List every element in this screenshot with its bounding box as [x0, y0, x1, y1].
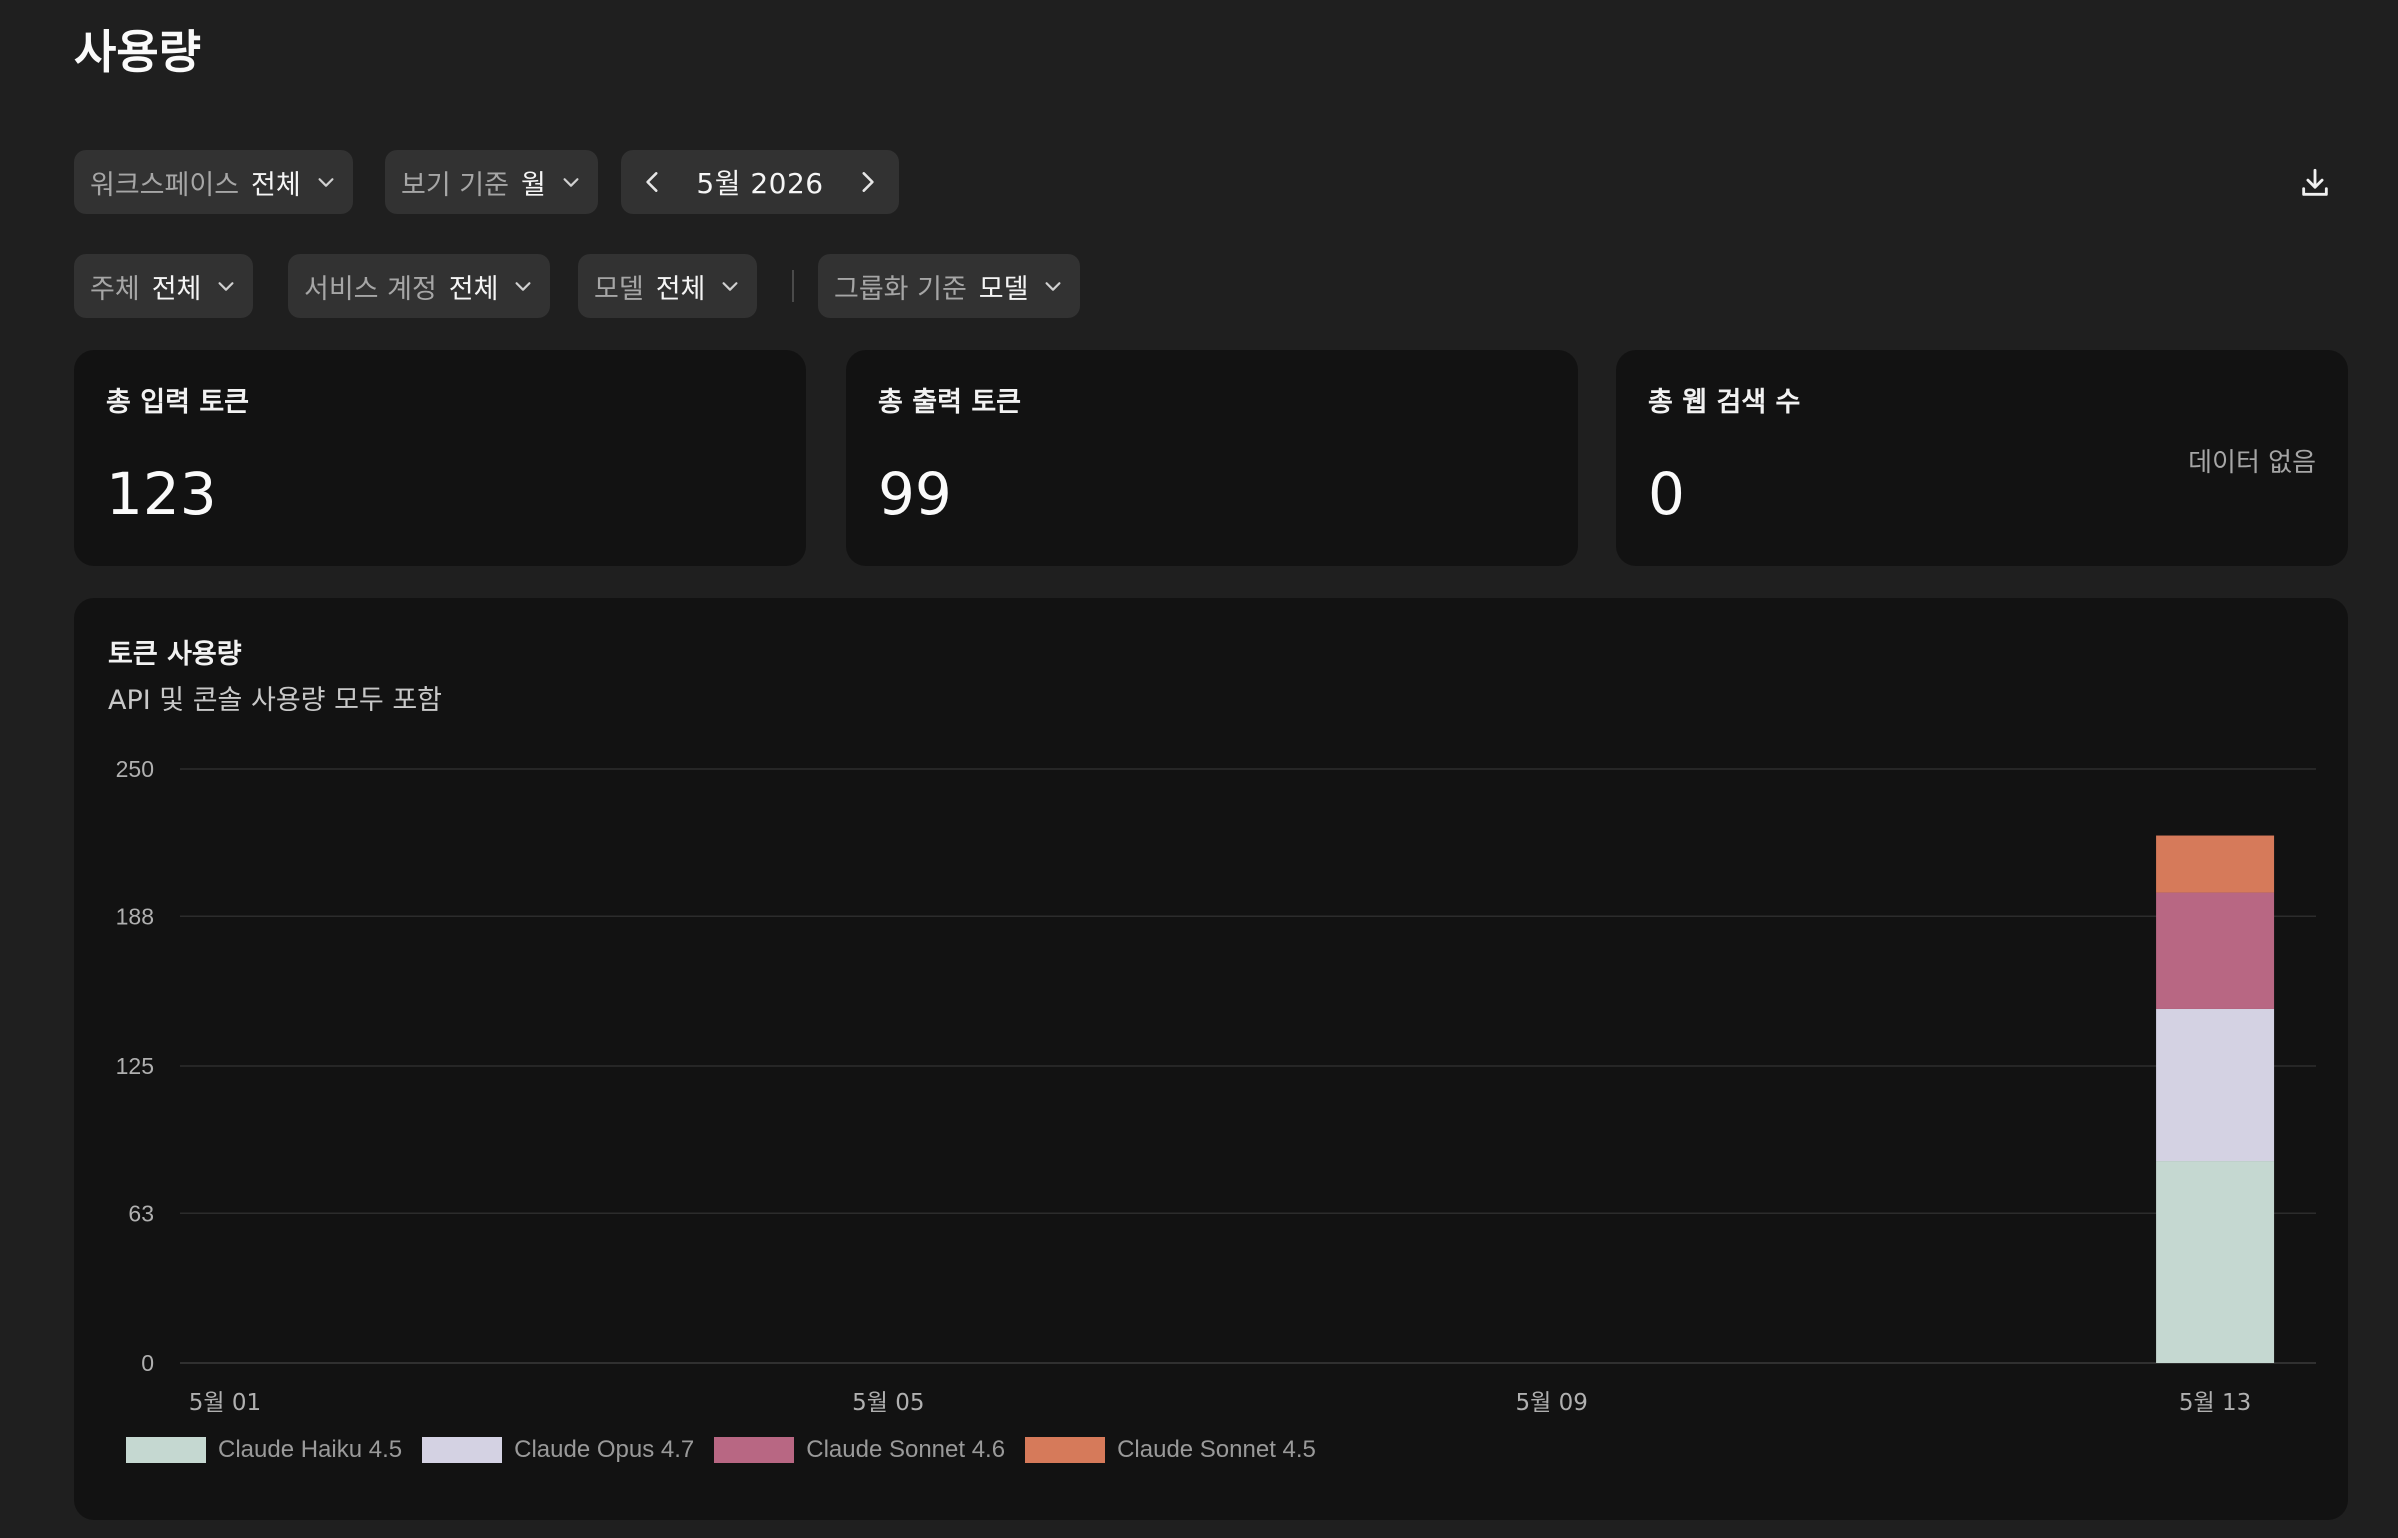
- chevron-down-icon: [318, 178, 334, 187]
- legend-item[interactable]: Claude Haiku 4.5: [126, 1436, 402, 1464]
- view-by-filter[interactable]: 보기 기준 월: [385, 150, 598, 214]
- view-by-filter-value: 월: [520, 169, 546, 201]
- legend-item[interactable]: Claude Sonnet 4.6: [714, 1436, 1005, 1464]
- group-by-filter-label: 그룹화 기준: [834, 273, 967, 305]
- service-account-filter[interactable]: 서비스 계정 전체: [288, 254, 551, 318]
- subject-filter-label: 주체: [90, 273, 140, 305]
- period-navigator: 5월 2026: [621, 150, 899, 214]
- subject-filter[interactable]: 주체 전체: [74, 254, 254, 318]
- legend-swatch: [714, 1437, 795, 1463]
- legend-swatch: [1025, 1437, 1106, 1463]
- x-tick-label: 5월 13: [2179, 1390, 2251, 1416]
- card-title: 총 출력 토큰: [878, 387, 1021, 418]
- previous-period-button[interactable]: [621, 150, 685, 214]
- legend-swatch: [126, 1437, 206, 1463]
- chevron-down-icon: [1045, 282, 1062, 291]
- legend-item[interactable]: Claude Sonnet 4.5: [1025, 1436, 1316, 1464]
- view-by-filter-label: 보기 기준: [401, 169, 509, 201]
- service-account-filter-value: 전체: [448, 273, 499, 305]
- input-tokens-card: 총 입력 토큰 123: [74, 350, 806, 566]
- card-title: 총 웹 검색 수: [1648, 387, 1801, 418]
- subject-filter-value: 전체: [151, 273, 202, 305]
- page-title: 사용량: [74, 25, 201, 79]
- chevron-right-icon: [862, 172, 874, 192]
- x-tick-label: 5월 05: [852, 1390, 924, 1416]
- y-tick-label: 250: [116, 756, 154, 782]
- legend-item[interactable]: Claude Opus 4.7: [422, 1436, 694, 1464]
- y-tick-label: 0: [141, 1350, 154, 1376]
- period-value: 5월 2026: [696, 167, 824, 200]
- output-tokens-card: 총 출력 토큰 99: [846, 350, 1578, 566]
- card-title: 총 입력 토큰: [106, 387, 249, 418]
- no-data-note: 데이터 없음: [2188, 448, 2316, 478]
- download-icon: [2302, 168, 2328, 196]
- workspace-filter[interactable]: 워크스페이스 전체: [74, 150, 353, 214]
- chevron-down-icon: [563, 178, 579, 187]
- chevron-down-icon: [722, 282, 738, 291]
- legend-label: Claude Sonnet 4.6: [806, 1436, 1006, 1463]
- chevron-left-icon: [646, 172, 658, 192]
- card-value: 123: [106, 460, 217, 528]
- y-tick-label: 125: [116, 1053, 154, 1079]
- legend-swatch: [422, 1437, 503, 1463]
- model-filter[interactable]: 모델 전체: [578, 254, 758, 318]
- chevron-down-icon: [218, 282, 234, 291]
- token-usage-chart-card: 토큰 사용량 API 및 콘솔 사용량 모두 포함 0 63 125 188 250 5월…: [74, 598, 2348, 1520]
- bar-segment[interactable]: [2156, 1161, 2275, 1363]
- bar-segment[interactable]: [2156, 1008, 2275, 1162]
- x-tick-label: 5월 09: [1516, 1390, 1588, 1416]
- filter-divider: [792, 270, 794, 302]
- card-value: 99: [878, 460, 952, 528]
- workspace-filter-value: 전체: [251, 169, 301, 201]
- model-filter-label: 모델: [594, 273, 644, 305]
- service-account-filter-label: 서비스 계정: [304, 273, 437, 305]
- workspace-filter-label: 워크스페이스: [90, 169, 240, 201]
- legend-label: Claude Haiku 4.5: [218, 1436, 403, 1463]
- legend-label: Claude Opus 4.7: [514, 1436, 695, 1463]
- bar-segment[interactable]: [2156, 835, 2275, 893]
- group-by-filter[interactable]: 그룹화 기준 모델: [818, 254, 1081, 318]
- y-tick-label: 188: [116, 903, 154, 929]
- y-tick-label: 63: [128, 1200, 154, 1226]
- model-filter-value: 전체: [655, 273, 706, 305]
- bar-segment[interactable]: [2156, 892, 2275, 1009]
- group-by-filter-value: 모델: [978, 273, 1029, 305]
- next-period-button[interactable]: [835, 150, 899, 214]
- web-search-card: 총 웹 검색 수 0 데이터 없음: [1616, 350, 2348, 566]
- chevron-down-icon: [515, 282, 532, 291]
- token-usage-chart: 0 63 125 188 250 5월 01 5월 05 5월 09 5월 13: [116, 756, 2316, 1416]
- x-tick-label: 5월 01: [189, 1390, 261, 1416]
- download-button[interactable]: [2290, 158, 2340, 208]
- card-value: 0: [1648, 460, 1685, 528]
- legend-label: Claude Sonnet 4.5: [1117, 1436, 1316, 1463]
- chart-legend: Claude Haiku 4.5 Claude Opus 4.7 Claude So…: [126, 1436, 1336, 1464]
